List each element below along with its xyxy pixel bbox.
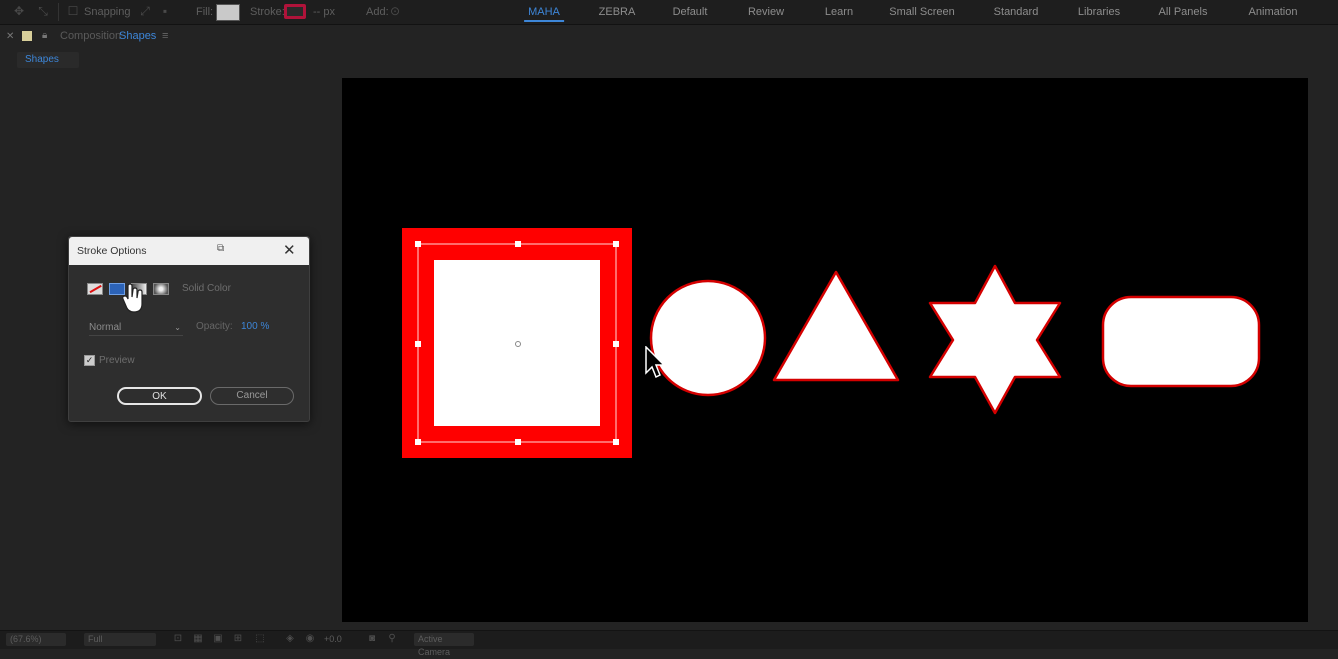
grid-guides-icon[interactable]: ⊞ bbox=[232, 633, 244, 645]
color-management-icon[interactable]: ◈ bbox=[284, 633, 296, 645]
magnification-dropdown[interactable]: (67.6%) bbox=[6, 633, 66, 646]
triangle-shape[interactable] bbox=[772, 270, 900, 382]
workspace-tab-review[interactable]: Review bbox=[748, 0, 784, 24]
hand-cursor-icon bbox=[122, 284, 143, 313]
camera-view-dropdown[interactable]: Active Camera bbox=[414, 633, 474, 657]
transform-handle-top-right bbox=[613, 241, 619, 247]
composition-viewer[interactable] bbox=[342, 78, 1308, 622]
stroke-width-value[interactable]: -- px bbox=[313, 0, 335, 24]
composition-header-prefix: Composition bbox=[60, 30, 122, 42]
circle-shape[interactable] bbox=[649, 279, 767, 397]
workspace-tab-zebra[interactable]: ZEBRA bbox=[599, 0, 636, 24]
composition-name[interactable]: Shapes bbox=[119, 30, 156, 42]
add-property-icon[interactable]: ⊙ bbox=[388, 4, 402, 18]
snapping-label: Snapping bbox=[84, 6, 131, 18]
workspace-tab-all-panels[interactable]: All Panels bbox=[1159, 0, 1208, 24]
composition-tab-shapes[interactable]: Shapes bbox=[17, 52, 79, 68]
star-shape[interactable] bbox=[928, 264, 1062, 415]
snap-options-icon[interactable]: ⤢ bbox=[138, 4, 152, 18]
transform-handle-bottom bbox=[515, 439, 521, 445]
transform-handle-left bbox=[415, 341, 421, 347]
fill-color-swatch[interactable] bbox=[216, 4, 240, 21]
resolution-dropdown[interactable]: Full bbox=[84, 633, 156, 646]
selection-tool-icon[interactable]: ⤡ bbox=[36, 4, 50, 18]
preview-checkbox[interactable]: ✓ bbox=[84, 355, 95, 366]
composition-panel-header bbox=[0, 25, 1338, 49]
mask-visibility-icon[interactable]: ▣ bbox=[212, 633, 224, 645]
fill-type-label: Solid Color bbox=[182, 283, 231, 294]
hamburger-icon[interactable]: ≡ bbox=[162, 30, 168, 42]
stroke-color-swatch[interactable] bbox=[284, 4, 306, 19]
canvas-shapes bbox=[402, 228, 1261, 458]
transform-handle-top bbox=[515, 241, 521, 247]
channel-icon[interactable]: ⬚ bbox=[254, 633, 266, 645]
exposure-value[interactable]: +0.0 bbox=[320, 633, 354, 646]
transparency-grid-icon[interactable]: ▦ bbox=[192, 633, 204, 645]
workspace-tab-maha[interactable]: MAHA bbox=[524, 0, 564, 24]
mouse-cursor-icon bbox=[645, 346, 666, 379]
stroke-label: Stroke: bbox=[250, 6, 285, 18]
workspace-tab-small-screen[interactable]: Small Screen bbox=[889, 0, 954, 24]
viewer-status-bar: (67.6%) Full ⊡ ▦ ▣ ⊞ ⬚ ◈ ◉ +0.0 ◙ ⚲ Acti… bbox=[0, 630, 1338, 657]
workspace-tab-default[interactable]: Default bbox=[673, 0, 708, 24]
region-of-interest-icon[interactable]: ⊡ bbox=[172, 633, 184, 645]
stroke-none-icon[interactable] bbox=[87, 283, 103, 295]
fill-label: Fill: bbox=[196, 6, 214, 18]
workspace-tab-libraries[interactable]: Libraries bbox=[1078, 0, 1120, 24]
hand-tool-icon[interactable]: ✥ bbox=[12, 4, 26, 18]
exposure-reset-icon[interactable]: ◉ bbox=[304, 633, 316, 645]
workspace-tab-animation[interactable]: Animation bbox=[1249, 0, 1298, 24]
stroke-options-dialog: Stroke Options ⧉ ✕ Solid Color Normal ⌄ … bbox=[68, 236, 310, 422]
transform-handle-right bbox=[613, 341, 619, 347]
preview-label: Preview bbox=[99, 355, 135, 366]
blend-mode-dropdown[interactable]: Normal ⌄ bbox=[89, 321, 183, 336]
radial-gradient-icon[interactable] bbox=[153, 283, 169, 295]
panel-lock-icon[interactable]: 🔒︎ bbox=[42, 30, 47, 41]
close-icon[interactable]: ✕ bbox=[283, 241, 296, 259]
toolbar-divider bbox=[58, 3, 59, 21]
opacity-label: Opacity: bbox=[196, 321, 233, 332]
dialog-title: Stroke Options bbox=[77, 245, 147, 257]
workspace-tab-standard[interactable]: Standard bbox=[994, 0, 1039, 24]
rounded-rectangle-shape[interactable] bbox=[1101, 295, 1261, 388]
cancel-button[interactable]: Cancel bbox=[210, 387, 294, 405]
snapshot-camera-icon[interactable]: ◙ bbox=[366, 633, 378, 645]
top-toolbar: ✥ ⤡ ☐ Snapping ⤢ ▪ Fill: Stroke: -- px A… bbox=[0, 0, 1338, 25]
dialog-pin-icon[interactable]: ⧉ bbox=[217, 243, 224, 254]
show-snapshot-icon[interactable]: ⚲ bbox=[386, 633, 398, 645]
composition-label-color bbox=[22, 31, 32, 41]
square-shape[interactable] bbox=[402, 228, 632, 458]
panel-close-icon[interactable]: ✕ bbox=[6, 31, 14, 42]
transform-handle-top-left bbox=[415, 241, 421, 247]
blend-mode-value: Normal bbox=[89, 322, 122, 333]
ok-button[interactable]: OK bbox=[117, 387, 202, 405]
workspace-tab-learn[interactable]: Learn bbox=[825, 0, 853, 24]
transform-handle-bottom-left bbox=[415, 439, 421, 445]
opacity-value[interactable]: 100 % bbox=[241, 321, 269, 332]
snap-extra-icon[interactable]: ▪ bbox=[158, 4, 172, 18]
add-label: Add: bbox=[366, 6, 389, 18]
transform-handle-bottom-right bbox=[613, 439, 619, 445]
snapping-checkbox-icon[interactable]: ☐ bbox=[66, 4, 80, 18]
chevron-down-icon: ⌄ bbox=[174, 323, 181, 332]
